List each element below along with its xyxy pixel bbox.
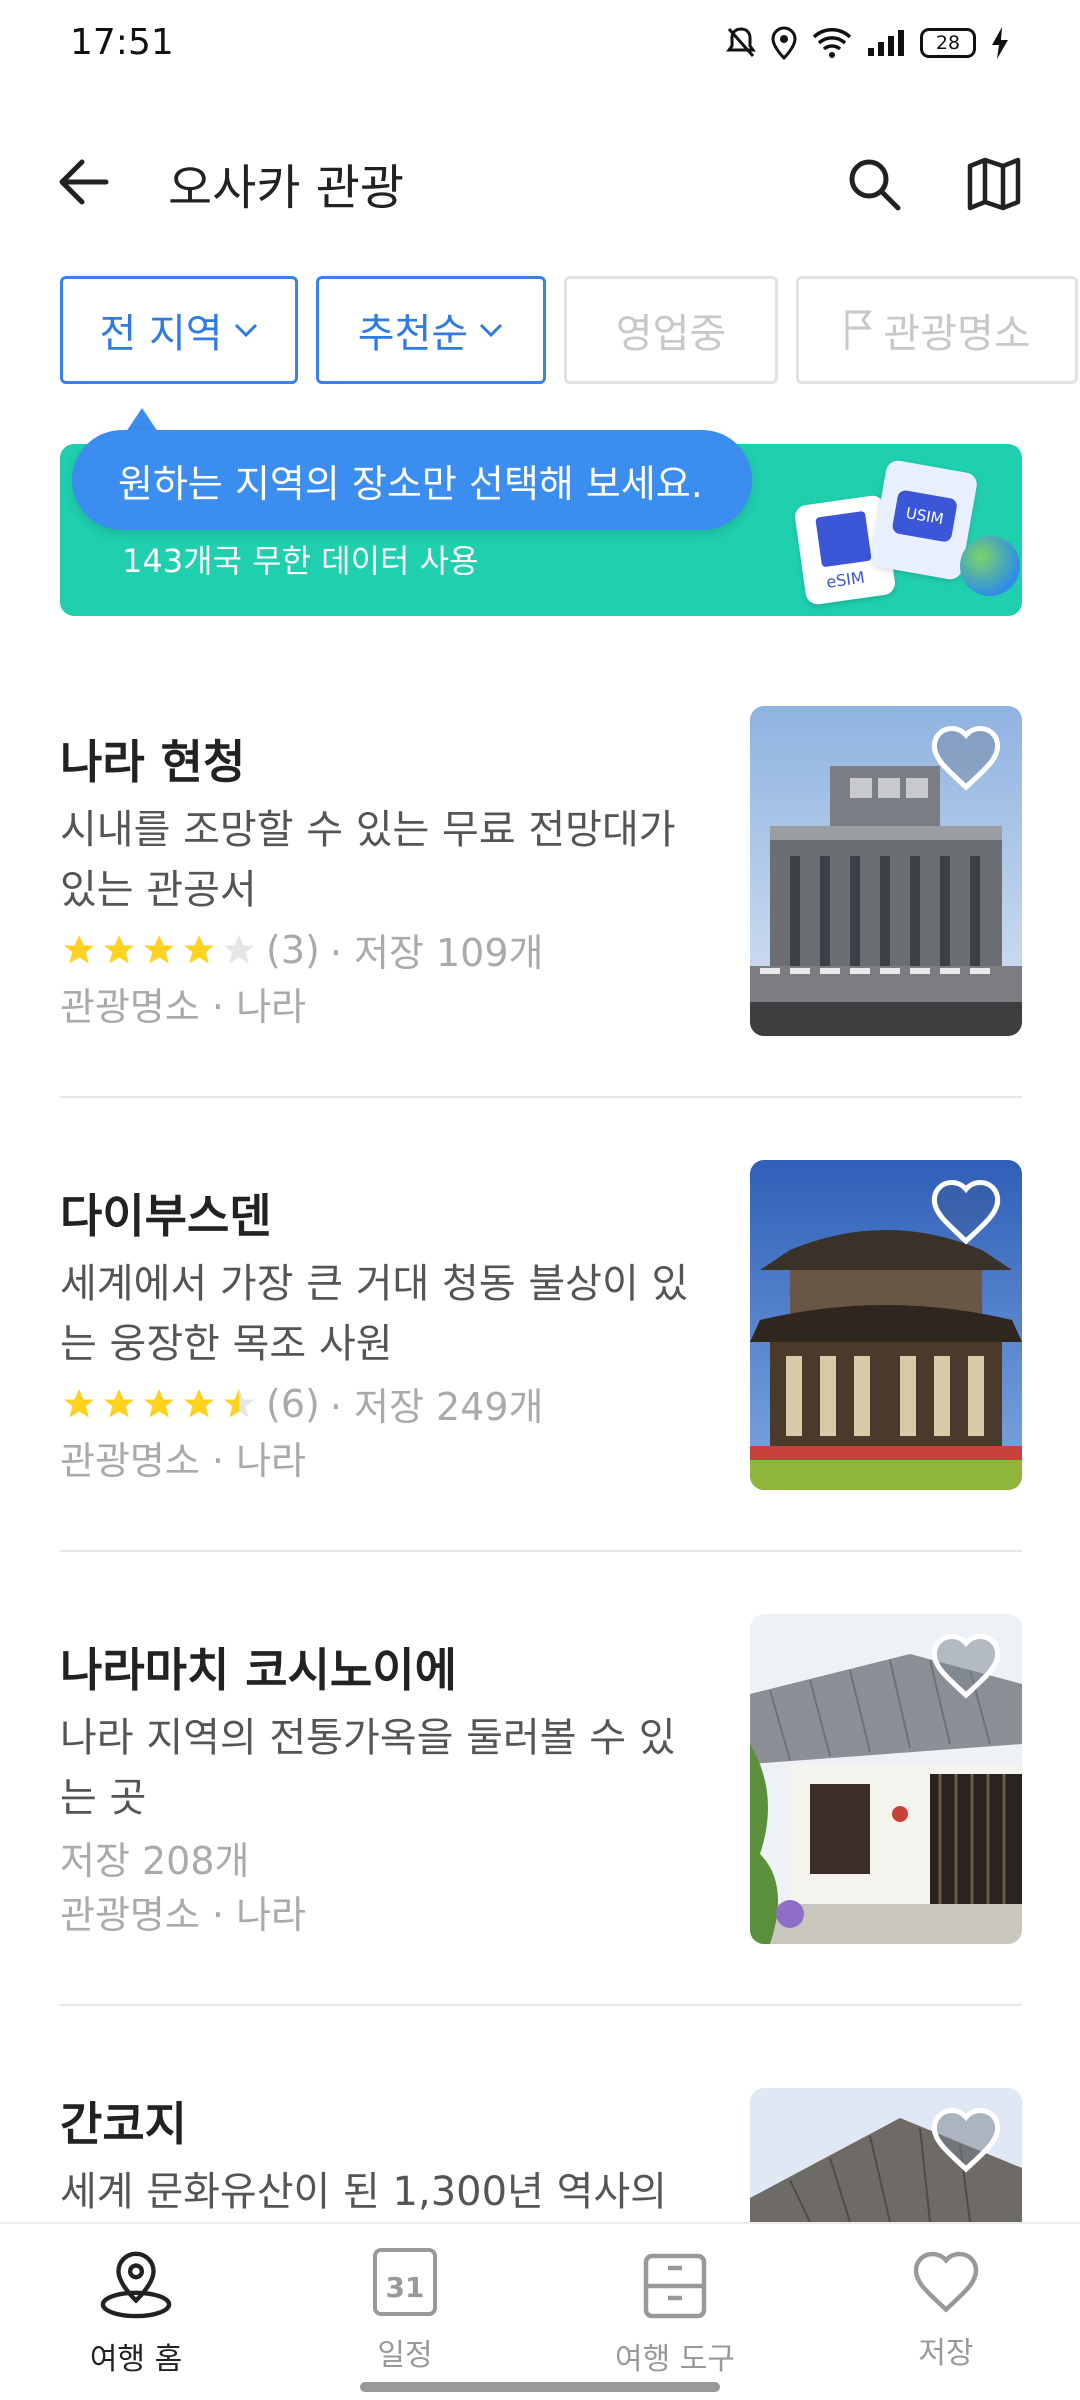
save-count: · 저장 109개 <box>329 931 544 975</box>
place-description: 시내를 조망할 수 있는 무료 전망대가 있는 관공서 <box>60 807 676 913</box>
place-list-item[interactable]: 간코지 세계 문화유산이 된 1,300년 역사의 불교 사원 <box>60 2088 1022 2222</box>
place-name: 나라 현청 <box>60 735 246 789</box>
list-divider <box>60 2004 1022 2006</box>
category-filter-chip[interactable]: 관광명소 <box>796 276 1078 384</box>
globe-icon <box>960 536 1020 596</box>
sort-filter-chip[interactable]: 추천순 <box>316 276 546 384</box>
region-tooltip[interactable]: 원하는 지역의 장소만 선택해 보세요. <box>72 430 752 530</box>
nav-label-home: 여행 홈 <box>89 2342 183 2377</box>
chevron-down-icon <box>480 323 503 338</box>
place-name: 나라마치 코시노이에 <box>60 1643 457 1697</box>
signal-icon <box>868 30 904 56</box>
star-half-icon <box>224 1388 254 1417</box>
battery-icon: 28 <box>920 28 976 58</box>
place-list-item[interactable]: 다이부스덴 세계에서 가장 큰 거대 청동 불상이 있는 웅장한 목조 사원 (… <box>60 1160 1022 1510</box>
nav-label-saved: 저장 <box>918 2336 974 2371</box>
region-filter-chip[interactable]: 전 지역 <box>60 276 298 384</box>
calendar-day: 31 <box>385 2271 425 2304</box>
status-icons: 28 <box>726 26 1010 60</box>
tooltip-text: 원하는 지역의 장소만 선택해 보세요. <box>118 461 703 506</box>
star-icon <box>184 934 214 963</box>
nav-item-saved[interactable]: 저장 <box>846 2248 1046 2378</box>
star-icon <box>144 934 174 963</box>
place-category: 관광명소 · 나라 <box>60 985 306 1029</box>
place-rating-row: (3) · 저장 109개 <box>60 922 543 977</box>
heart-icon[interactable] <box>928 2104 1004 2174</box>
region-filter-label: 전 지역 <box>99 311 223 357</box>
place-category: 관광명소 · 나라 <box>60 1893 306 1937</box>
place-list-item[interactable]: 나라마치 코시노이에 나라 지역의 전통가옥을 둘러볼 수 있는 곳 저장 20… <box>60 1614 1022 1964</box>
status-bar: 17:51 28 <box>0 0 1080 96</box>
filter-row: 전 지역 추천순 영업중 관광명소 <box>60 276 1078 384</box>
star-icon <box>144 1388 174 1417</box>
place-name: 간코지 <box>60 2097 187 2151</box>
suitcase-icon <box>643 2253 707 2319</box>
place-photo[interactable] <box>750 1614 1022 1944</box>
star-icon <box>104 934 134 963</box>
star-icon <box>64 1388 94 1417</box>
place-category: 관광명소 · 나라 <box>60 1439 306 1483</box>
back-button[interactable] <box>52 150 116 214</box>
place-save-row: 저장 208개 <box>60 1830 250 1885</box>
save-count: · 저장 249개 <box>329 1385 544 1429</box>
place-description: 세계 문화유산이 된 1,300년 역사의 불교 사원 <box>60 2169 667 2215</box>
review-count: (3) <box>266 927 320 972</box>
nav-item-schedule[interactable]: 31 일정 <box>305 2248 505 2378</box>
place-description: 나라 지역의 전통가옥을 둘러볼 수 있는 곳 <box>60 1715 676 1821</box>
place-name: 다이부스덴 <box>60 1189 272 1243</box>
place-rating-row: (6) · 저장 249개 <box>60 1376 543 1431</box>
mute-icon <box>726 27 756 57</box>
nav-item-tools[interactable]: 여행 도구 <box>575 2248 775 2378</box>
place-photo[interactable] <box>750 1160 1022 1490</box>
sort-filter-label: 추천순 <box>357 311 469 357</box>
calendar-icon: 31 <box>373 2248 437 2316</box>
place-list-item[interactable]: 나라 현청 시내를 조망할 수 있는 무료 전망대가 있는 관공서 (3) · … <box>60 706 1022 1056</box>
star-icon <box>64 934 94 963</box>
location-pin-icon <box>100 2251 172 2319</box>
star-empty-icon <box>224 934 254 963</box>
heart-icon[interactable] <box>928 1630 1004 1700</box>
search-button[interactable] <box>838 148 910 220</box>
home-indicator[interactable] <box>360 2382 720 2392</box>
tooltip-arrow <box>126 408 158 432</box>
category-filter-label: 관광명소 <box>883 311 1031 357</box>
star-icon <box>184 1388 214 1417</box>
status-time: 17:51 <box>70 22 174 63</box>
heart-icon[interactable] <box>928 722 1004 792</box>
charging-icon <box>992 27 1008 59</box>
usim-label: USIM <box>891 489 959 543</box>
list-divider <box>60 1550 1022 1552</box>
chevron-down-icon <box>234 323 257 338</box>
star-icon <box>104 1388 134 1417</box>
map-icon <box>967 157 1021 211</box>
list-divider <box>60 1096 1022 1098</box>
save-count: 저장 208개 <box>60 1839 250 1883</box>
rating-stars <box>60 1386 258 1422</box>
heart-icon[interactable] <box>928 1176 1004 1246</box>
location-icon <box>771 26 797 60</box>
open-now-filter-label: 영업중 <box>615 311 727 357</box>
place-description: 세계에서 가장 큰 거대 청동 불상이 있는 웅장한 목조 사원 <box>60 1261 689 1367</box>
place-photo[interactable] <box>750 2088 1022 2222</box>
page-title: 오사카 관광 <box>168 160 405 216</box>
bottom-navigation: 여행 홈 31 일정 여행 도구 저장 <box>0 2222 1080 2400</box>
nav-label-schedule: 일정 <box>377 2338 433 2373</box>
back-arrow-icon <box>59 159 109 205</box>
map-button[interactable] <box>958 148 1030 220</box>
qr-icon <box>815 510 872 568</box>
search-icon <box>849 159 901 211</box>
nav-label-tools: 여행 도구 <box>615 2342 735 2377</box>
rating-stars <box>60 932 258 968</box>
banner-subtitle: 143개국 무한 데이터 사용 <box>122 542 479 580</box>
wifi-icon <box>812 28 852 58</box>
flag-icon <box>845 310 873 350</box>
nav-item-home[interactable]: 여행 홈 <box>36 2248 236 2378</box>
heart-outline-icon <box>913 2251 979 2313</box>
review-count: (6) <box>266 1381 320 1426</box>
place-photo[interactable] <box>750 706 1022 1036</box>
esim-label: eSIM <box>825 567 866 592</box>
open-now-filter-chip[interactable]: 영업중 <box>564 276 778 384</box>
app-header: 오사카 관광 <box>0 120 1080 240</box>
